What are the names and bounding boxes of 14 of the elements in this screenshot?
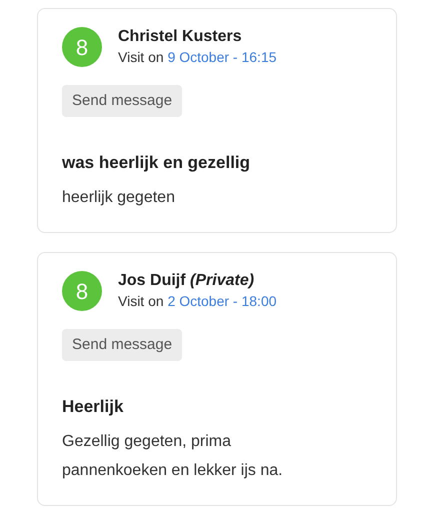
reviewer-name: Christel Kusters <box>118 27 243 47</box>
visit-date-line: Visit on 9 October - 16:15 <box>118 48 277 67</box>
reviewer-name: Jos Duijf (Private) <box>118 271 256 291</box>
review-text: Gezellig gegeten, prima pannenkoeken en lekker ijs na. <box>62 432 284 481</box>
review-title: Heerlijk <box>62 396 124 418</box>
visit-date-link[interactable]: 2 October - 18:00 <box>168 293 277 309</box>
score-badge: 8 <box>62 271 102 311</box>
review-text: heerlijk gegeten <box>62 188 176 208</box>
send-message-button[interactable]: Send message <box>62 329 182 361</box>
send-message-button[interactable]: Send message <box>62 85 182 117</box>
visit-date-link[interactable]: 9 October - 16:15 <box>168 49 277 65</box>
score-badge: 8 <box>62 27 102 67</box>
visit-date-line: Visit on 2 October - 18:00 <box>118 292 277 311</box>
review-title: was heerlijk en gezellig <box>62 152 252 174</box>
